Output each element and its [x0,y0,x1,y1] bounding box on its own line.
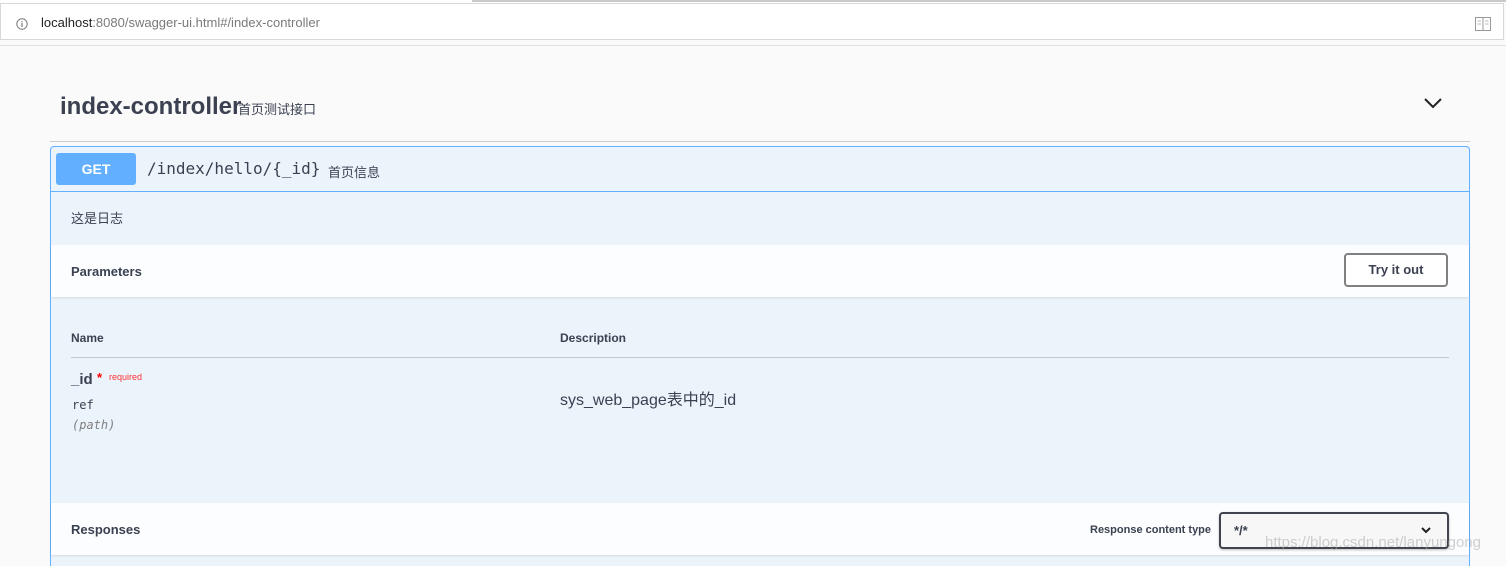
chevron-down-icon[interactable] [1423,96,1443,110]
tag-title[interactable]: index-controller [60,93,241,121]
url-host: localhost [41,15,93,30]
opblock-get: GET /index/hello/{_id} 首页信息 这是日志 Paramet… [50,146,1470,566]
try-it-out-button[interactable]: Try it out [1344,253,1448,287]
param-location: (path) [72,418,116,432]
parameters-header: Parameters Try it out [51,245,1469,297]
column-header-name: Name [71,331,104,345]
method-badge: GET [56,153,136,185]
operation-summary: 首页信息 [328,165,381,180]
watermark: https://blog.csdn.net/lanyungong [1265,534,1481,551]
table-divider [71,357,1449,358]
tag-header[interactable]: index-controller 首页测试接口 [50,80,1470,142]
tab-strip-bar [472,0,1506,2]
required-star: * [97,370,103,385]
parameters-title: Parameters [71,264,142,279]
address-bar[interactable]: localhost:8080/swagger-ui.html#/index-co… [0,3,1504,40]
operation-path: /index/hello/{_id} [147,159,321,178]
tag-description: 首页测试接口 [238,102,317,117]
reader-view-icon[interactable] [1475,17,1491,31]
url-text[interactable]: localhost:8080/swagger-ui.html#/index-co… [41,15,320,30]
chevron-down-icon [1421,527,1431,534]
required-label: required [109,372,143,382]
responses-header: Responses Response content type */* [51,503,1469,555]
param-type: ref [72,398,94,412]
info-icon[interactable] [16,18,28,30]
param-description: sys_web_page表中的_id [560,392,737,409]
responses-title: Responses [71,522,141,537]
operation-description: 这是日志 [71,211,124,226]
column-header-description: Description [560,331,627,345]
content-type-value: */* [1234,523,1248,538]
divider [0,45,1506,46]
param-name: _id [71,371,93,388]
url-path: :8080/swagger-ui.html#/index-controller [92,15,320,30]
opblock-summary[interactable]: GET /index/hello/{_id} 首页信息 [51,147,1469,192]
response-content-type-label: Response content type [1090,524,1212,536]
